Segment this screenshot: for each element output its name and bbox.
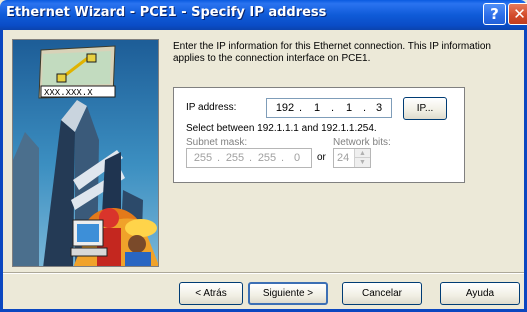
ip-address-label: IP address:	[186, 102, 237, 113]
cancel-button[interactable]: Cancelar	[342, 282, 422, 305]
ip-dot: .	[363, 102, 367, 114]
wizard-illustration: XXX.XXX.X	[12, 39, 159, 267]
spin-up-arrow-icon[interactable]: ▲	[355, 149, 370, 158]
title-bar[interactable]: Ethernet Wizard - PCE1 - Specify IP addr…	[0, 0, 527, 30]
next-button[interactable]: Siguiente >	[248, 282, 328, 305]
ip-picker-button[interactable]: IP...	[403, 97, 447, 120]
network-bits-value: 24	[337, 152, 350, 164]
subnet-mask-field[interactable]: 255 . 255 . 255 . 0	[186, 148, 312, 168]
intro-text: Enter the IP information for this Ethern…	[173, 41, 491, 64]
help-title-button[interactable]: ?	[483, 3, 506, 25]
back-button[interactable]: < Atrás	[179, 282, 243, 305]
network-bits-label: Network bits:	[333, 137, 391, 148]
spin-down-arrow-icon[interactable]: ▼	[355, 158, 370, 167]
mask-dot: .	[217, 152, 221, 164]
close-button[interactable]: ✕	[508, 3, 527, 25]
window-title: Ethernet Wizard - PCE1 - Specify IP addr…	[6, 5, 327, 20]
ip-dot: .	[331, 102, 335, 114]
button-separator	[3, 272, 524, 274]
mask-dot: .	[249, 152, 253, 164]
help-button[interactable]: Ayuda	[440, 282, 520, 305]
or-label: or	[317, 152, 326, 163]
ip-settings-panel: IP address: 192 . 1 . 1 . 3 IP... Select…	[173, 87, 465, 183]
ip-octet-2[interactable]: 1	[305, 102, 329, 114]
spinner-arrows[interactable]: ▲ ▼	[354, 149, 370, 167]
subnet-mask-label: Subnet mask:	[186, 137, 248, 148]
ip-octet-1[interactable]: 192	[273, 102, 297, 114]
mask-octet-3: 255	[257, 152, 277, 164]
window-left-border	[0, 30, 3, 312]
network-bits-spinner[interactable]: 24 ▲ ▼	[333, 148, 371, 168]
ethernet-wizard-dialog: Ethernet Wizard - PCE1 - Specify IP addr…	[0, 0, 527, 312]
ip-address-field[interactable]: 192 . 1 . 1 . 3	[266, 98, 392, 118]
mask-octet-4: 0	[293, 152, 301, 164]
network-city-image: XXX.XXX.X	[13, 40, 158, 266]
mask-octet-1: 255	[193, 152, 213, 164]
ip-placeholder-text: XXX.XXX.X	[44, 88, 93, 98]
ip-octet-4[interactable]: 3	[367, 102, 391, 114]
mask-octet-2: 255	[225, 152, 245, 164]
ip-range-hint: Select between 192.1.1.1 and 192.1.1.254…	[186, 123, 377, 134]
ip-dot: .	[299, 102, 303, 114]
ip-octet-3[interactable]: 1	[337, 102, 361, 114]
mask-dot: .	[281, 152, 285, 164]
